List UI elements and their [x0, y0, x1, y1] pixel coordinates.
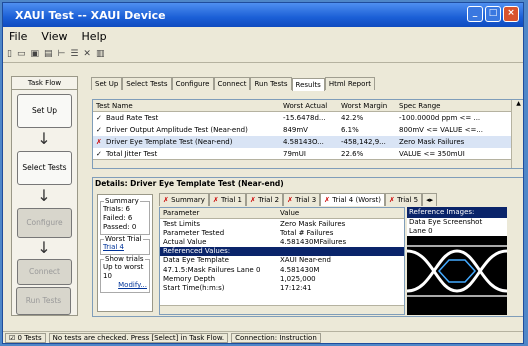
table-row[interactable]: ✗ Driver Eye Template Test (Near-end) 4.5…	[93, 136, 523, 148]
vertical-scrollbar[interactable]: ▲	[511, 100, 523, 168]
arrow-down-icon: ↓	[37, 238, 51, 257]
eye-diagram-image	[407, 236, 507, 306]
reference-images-pane: Reference Images: Data Eye Screenshot La…	[407, 207, 507, 315]
col-test-name[interactable]: Test Name	[93, 102, 283, 110]
col-spec-range[interactable]: Spec Range	[399, 102, 499, 110]
fail-x-icon: ✗	[163, 196, 172, 204]
open-icon[interactable]: ▭	[17, 49, 26, 59]
list-icon[interactable]: ☰	[70, 49, 78, 59]
table-row[interactable]: Referenced Values:	[160, 246, 404, 256]
fail-x-icon: ✗	[250, 196, 259, 204]
minimize-button[interactable]: _	[467, 6, 483, 22]
table-row[interactable]: ✓ Driver Output Amplitude Test (Near-end)…	[93, 124, 523, 136]
tab-summary[interactable]: ✗ Summary	[159, 193, 209, 206]
tab-connect[interactable]: Connect	[213, 77, 251, 90]
pass-check-icon: ✓	[96, 150, 102, 158]
toolbar: ▯ ▭ ▣ ▤ ⊢ ☰ ✕ ▥	[3, 46, 523, 63]
tab-set-up[interactable]: Set Up	[91, 77, 123, 90]
pass-check-icon: ✓	[96, 126, 102, 134]
fail-x-icon: ✗	[212, 196, 222, 204]
modify-link[interactable]: Modify...	[103, 281, 147, 290]
fail-x-icon: ✗	[388, 196, 398, 204]
tab-trial-4-worst[interactable]: ✗ Trial 4 (Worst)	[320, 193, 385, 206]
tab-results[interactable]: Results	[291, 78, 325, 91]
menu-help[interactable]: Help	[82, 30, 107, 43]
arrow-down-icon: ↓	[37, 129, 51, 148]
new-icon[interactable]: ▯	[7, 49, 12, 59]
tab-select-tests[interactable]: Select Tests	[122, 77, 172, 90]
reference-images-header: Reference Images:	[407, 207, 507, 218]
fail-x-icon: ✗	[96, 138, 102, 146]
table-row[interactable]: ✓ Baud Rate Test -15.6478d... 42.2% -100.…	[93, 112, 523, 124]
tab-html-report[interactable]: Html Report	[324, 77, 376, 90]
tab-trial-1[interactable]: ✗ Trial 1	[208, 193, 246, 206]
menu-file[interactable]: File	[9, 30, 27, 43]
step-select-tests-button[interactable]: Select Tests	[17, 151, 72, 185]
parameters-table: Parameter Value Test Limits Zero Mask Fai…	[159, 207, 405, 315]
col-worst-actual[interactable]: Worst Actual	[283, 102, 341, 110]
tab-trial-3[interactable]: ✗ Trial 3	[283, 193, 321, 206]
menu-bar: File View Help	[3, 28, 523, 45]
show-trials-group: Show trials Up to worst 10 Modify...	[100, 255, 150, 293]
col-worst-margin[interactable]: Worst Margin	[341, 102, 399, 110]
close-button[interactable]: ×	[503, 6, 519, 22]
fail-x-icon: ✗	[287, 196, 296, 204]
cut-icon[interactable]: ✕	[83, 49, 91, 59]
step-setup-button[interactable]: Set Up	[17, 94, 72, 128]
results-table: Test Name Worst Actual Worst Margin Spec…	[92, 99, 523, 169]
summary-box: Summary Trials: 6 Failed: 6 Passed: 0 Wo…	[97, 194, 153, 312]
tests-count-status: ☑ 0 Tests	[5, 332, 46, 343]
save-icon[interactable]: ▣	[30, 49, 39, 59]
tab-run-tests[interactable]: Run Tests	[250, 77, 292, 90]
task-flow-header: Task Flow	[12, 77, 77, 90]
details-panel: Details: Driver Eye Template Test (Near-…	[92, 177, 523, 317]
connection-status: Connection: Instruction	[231, 332, 321, 343]
main-tabs: Set Up Select Tests Configure Connect Ru…	[91, 74, 523, 91]
tab-trial-5[interactable]: ✗ Trial 5	[384, 193, 423, 206]
table-row[interactable]: Test Limits Zero Mask Failures	[160, 219, 404, 228]
table-row[interactable]: Memory Depth 1,025,000	[160, 274, 404, 283]
trial-tabs: ✗ Summary ✗ Trial 1 ✗ Trial 2 ✗ Trial 3 …	[159, 192, 523, 206]
maximize-button[interactable]: □	[485, 6, 501, 22]
tab-configure[interactable]: Configure	[171, 77, 214, 90]
worst-trial-link[interactable]: Trial 4	[103, 243, 147, 252]
lane-0-label: Lane 0	[407, 227, 507, 236]
task-flow-panel: Task Flow Set Up ↓ Select Tests ↓ Config…	[11, 76, 78, 316]
summary-group: Summary Trials: 6 Failed: 6 Passed: 0	[100, 197, 150, 235]
details-title: Details: Driver Eye Template Test (Near-…	[95, 179, 284, 188]
step-run-tests-button[interactable]: Run Tests	[16, 287, 71, 315]
params-horizontal-scrollbar[interactable]	[160, 305, 404, 314]
horizontal-scrollbar[interactable]	[93, 159, 511, 168]
title-bar[interactable]: XAUI Test -- XAUI Device _ □ ×	[3, 3, 523, 27]
arrow-down-icon: ↓	[37, 186, 51, 205]
tab-trial-2[interactable]: ✗ Trial 2	[246, 193, 284, 206]
table-row[interactable]: Parameter Tested Total # Failures	[160, 228, 404, 237]
step-configure-button[interactable]: Configure	[17, 208, 72, 238]
status-bar: ☑ 0 Tests No tests are checked. Press [S…	[3, 331, 523, 343]
step-connect-button[interactable]: Connect	[17, 259, 72, 285]
print-icon[interactable]: ▤	[44, 49, 53, 59]
menu-view[interactable]: View	[41, 30, 67, 43]
bars-icon[interactable]: ▥	[96, 49, 105, 59]
results-table-header: Test Name Worst Actual Worst Margin Spec…	[93, 100, 523, 112]
table-row[interactable]: Start Time(h:m:s) 17:12:41	[160, 283, 404, 292]
table-row[interactable]: Actual Value 4.581430MFailures	[160, 237, 404, 246]
status-message: No tests are checked. Press [Select] in …	[48, 332, 229, 343]
data-eye-screenshot-label[interactable]: Data Eye Screenshot	[407, 218, 507, 227]
parameters-header: Parameter Value	[160, 208, 404, 219]
app-window: XAUI Test -- XAUI Device _ □ × File View…	[2, 2, 524, 344]
worst-trial-group: Worst Trial Trial 4	[100, 235, 150, 255]
tree-icon[interactable]: ⊢	[58, 49, 66, 59]
table-row[interactable]: 47.1.5:Mask Failures Lane 0 4.581430M	[160, 265, 404, 274]
tab-scroll-arrows[interactable]: ◂▸	[422, 193, 438, 206]
table-row[interactable]: Data Eye Template XAUI Near-end	[160, 256, 404, 265]
pass-check-icon: ✓	[96, 114, 102, 122]
window-title: XAUI Test -- XAUI Device	[15, 8, 166, 22]
